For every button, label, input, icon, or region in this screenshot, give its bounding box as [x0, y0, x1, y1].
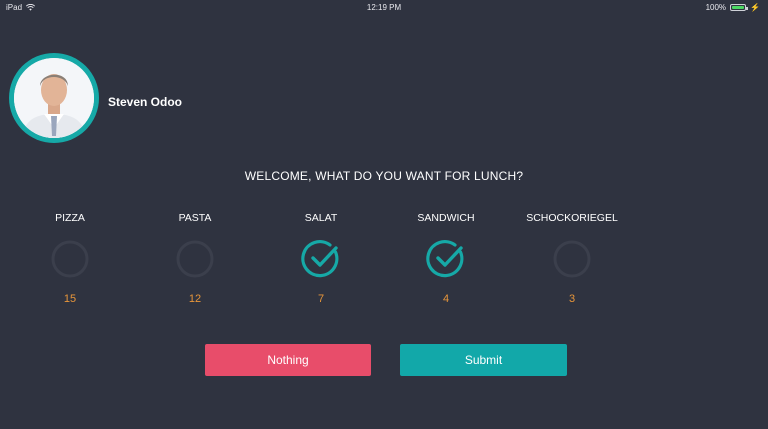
status-bar: iPad 12:19 PM 100% ⚡: [0, 0, 768, 16]
option-salat[interactable]: SALAT 7: [261, 211, 381, 305]
avatar[interactable]: [9, 53, 99, 143]
status-time: 12:19 PM: [366, 3, 402, 12]
person-portrait-icon: [14, 58, 94, 138]
option-count: 4: [442, 293, 450, 305]
page-title: WELCOME, WHAT DO YOU WANT FOR LUNCH?: [244, 169, 524, 183]
option-count: 15: [63, 293, 77, 305]
submit-button[interactable]: Submit: [400, 344, 567, 376]
battery-icon: [730, 4, 749, 11]
option-pasta[interactable]: PASTA 12: [135, 211, 255, 305]
status-right: 100% ⚡: [706, 3, 760, 12]
option-label: PIZZA: [55, 212, 85, 224]
option-count: 7: [317, 293, 325, 305]
option-label: PASTA: [178, 212, 212, 224]
unchecked-circle-icon[interactable]: [50, 239, 90, 279]
option-label: SCHOCKORIEGEL: [526, 212, 618, 224]
unchecked-circle-icon[interactable]: [552, 239, 592, 279]
user-name: Steven Odoo: [108, 95, 183, 109]
nothing-button[interactable]: Nothing: [205, 344, 371, 376]
checked-circle-icon[interactable]: [301, 239, 341, 279]
option-label: SANDWICH: [417, 212, 475, 224]
option-schockoriegel[interactable]: SCHOCKORIEGEL 3: [512, 211, 632, 305]
unchecked-circle-icon[interactable]: [175, 239, 215, 279]
option-label: SALAT: [304, 212, 338, 224]
option-pizza[interactable]: PIZZA 15: [10, 211, 130, 305]
option-sandwich[interactable]: SANDWICH 4: [386, 211, 506, 305]
avatar-photo: [14, 58, 94, 138]
option-count: 12: [188, 293, 202, 305]
option-count: 3: [568, 293, 576, 305]
checked-circle-icon[interactable]: [426, 239, 466, 279]
charging-bolt-icon: ⚡: [750, 3, 760, 12]
battery-percent: 100%: [705, 3, 727, 12]
